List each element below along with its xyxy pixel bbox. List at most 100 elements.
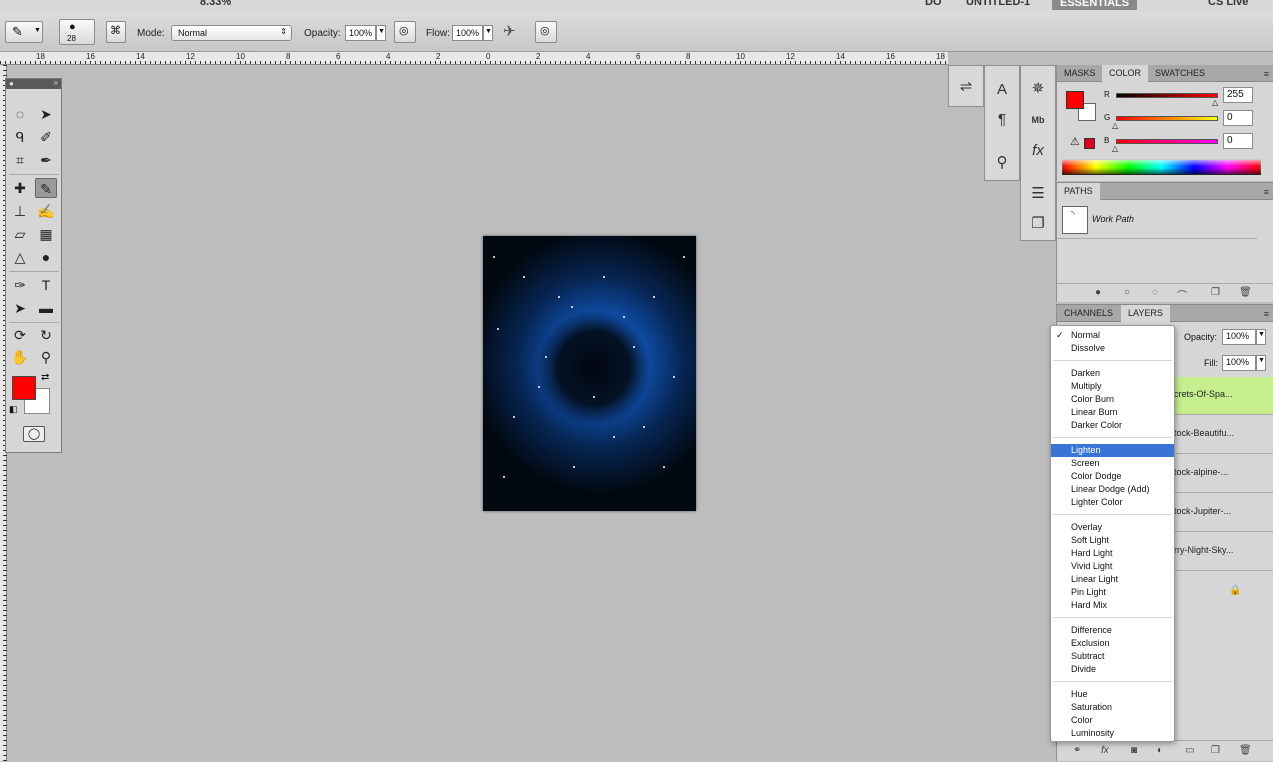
new-group-icon[interactable]: ▭ xyxy=(1185,745,1194,759)
gamut-warning-icon[interactable]: ⚠ xyxy=(1070,135,1080,148)
layer-opacity-input[interactable]: 100% xyxy=(1222,329,1256,345)
blend-mode-item[interactable]: Hard Mix xyxy=(1051,599,1174,612)
tool-preset-picker[interactable]: ✎ ▼ xyxy=(5,21,43,43)
foreground-color-fill[interactable] xyxy=(12,376,36,400)
zoom-level[interactable]: 8.33% xyxy=(200,0,231,8)
brush-size-picker[interactable]: ● 28 xyxy=(59,19,95,45)
blend-mode-item[interactable]: Exclusion xyxy=(1051,637,1174,650)
flow-dropdown[interactable]: ▼ xyxy=(483,25,493,41)
blend-mode-item[interactable]: Soft Light xyxy=(1051,534,1174,547)
tools-panel-header[interactable]: ● » xyxy=(6,78,61,89)
blend-mode-item[interactable]: Divide xyxy=(1051,663,1174,676)
eyedropper-tool-icon[interactable]: ✒ xyxy=(35,150,57,170)
lasso-tool-icon[interactable]: ᑫ xyxy=(9,127,31,147)
blend-mode-item[interactable]: Linear Dodge (Add) xyxy=(1051,483,1174,496)
g-input[interactable]: 0 xyxy=(1223,110,1253,126)
tab-layers[interactable]: LAYERS xyxy=(1121,305,1170,322)
tab-swatches[interactable]: SWATCHES xyxy=(1148,65,1212,82)
blend-mode-item[interactable]: Screen xyxy=(1051,457,1174,470)
eraser-tool-icon[interactable]: ▱ xyxy=(9,224,31,244)
shape-tool-icon[interactable]: ▬ xyxy=(35,298,57,318)
tab-color[interactable]: COLOR xyxy=(1102,65,1149,82)
trash-icon[interactable]: 🗑 xyxy=(1239,745,1252,759)
close-icon[interactable]: ● xyxy=(9,79,14,88)
layer-fill-dropdown[interactable]: ▼ xyxy=(1256,355,1266,371)
g-slider[interactable] xyxy=(1116,116,1218,121)
healing-brush-tool-icon[interactable]: ✚ xyxy=(9,178,31,198)
dodge-tool-icon[interactable]: ● xyxy=(35,247,57,267)
blend-mode-item[interactable]: Color Dodge xyxy=(1051,470,1174,483)
blend-mode-item[interactable]: Difference xyxy=(1051,624,1174,637)
layer-fill-input[interactable]: 100% xyxy=(1222,355,1256,371)
tab-channels[interactable]: CHANNELS xyxy=(1057,305,1120,322)
b-slider[interactable] xyxy=(1116,139,1218,144)
move-tool-icon[interactable]: ➤ xyxy=(35,104,57,124)
blend-mode-item[interactable]: Hard Light xyxy=(1051,547,1174,560)
flow-input[interactable]: 100% xyxy=(452,25,483,41)
blend-mode-item[interactable]: Subtract xyxy=(1051,650,1174,663)
stroke-path-icon[interactable]: ○ xyxy=(1124,287,1130,301)
gradient-tool-icon[interactable]: ▦ xyxy=(35,224,57,244)
new-path-icon[interactable]: ❐ xyxy=(1211,287,1220,301)
character-panel-icon[interactable]: A xyxy=(990,79,1014,101)
blend-mode-item[interactable]: Vivid Light xyxy=(1051,560,1174,573)
3d-rotate-tool-icon[interactable]: ⟳ xyxy=(9,325,31,345)
blend-mode-item[interactable]: Saturation xyxy=(1051,701,1174,714)
fill-path-icon[interactable]: ● xyxy=(1095,287,1101,301)
blend-mode-item[interactable]: Luminosity xyxy=(1051,727,1174,740)
gamut-color-swatch[interactable] xyxy=(1084,138,1095,149)
brush-panel-toggle[interactable]: ⌘ xyxy=(106,21,126,43)
layer-style-icon[interactable]: fx xyxy=(1101,745,1109,759)
link-layers-icon[interactable]: ⚭ xyxy=(1073,745,1081,759)
pen-tool-icon[interactable]: ✑ xyxy=(9,275,31,295)
panel-menu-icon[interactable]: ≡ xyxy=(1264,69,1269,79)
pressure-opacity-toggle[interactable]: ◎ xyxy=(394,21,416,43)
blend-mode-item[interactable]: Lighten xyxy=(1051,444,1174,457)
crop-tool-icon[interactable]: ⌗ xyxy=(9,150,31,170)
quick-mask-icon[interactable]: ◯ xyxy=(23,426,45,442)
mini-bridge-icon[interactable]: Mb xyxy=(1026,109,1050,131)
paragraph-panel-icon[interactable]: ¶ xyxy=(990,109,1014,131)
opacity-dropdown[interactable]: ▼ xyxy=(376,25,386,41)
marquee-tool-icon[interactable]: ◌ xyxy=(9,104,31,124)
workspace-button[interactable]: ESSENTIALS xyxy=(1052,0,1138,10)
brush-panel-icon[interactable]: ✵ xyxy=(1026,78,1050,100)
styles-panel-icon[interactable]: fx xyxy=(1026,140,1050,162)
panel-menu-icon[interactable]: ≡ xyxy=(1264,309,1269,319)
new-layer-icon[interactable]: ❐ xyxy=(1211,745,1220,759)
blend-mode-item[interactable]: Color Burn xyxy=(1051,393,1174,406)
adjustment-layer-icon[interactable]: ◐ xyxy=(1157,745,1163,759)
make-work-path-icon[interactable]: ⌒ xyxy=(1177,287,1187,302)
panel-menu-icon[interactable]: ≡ xyxy=(1264,187,1269,197)
blend-mode-item[interactable]: Overlay xyxy=(1051,521,1174,534)
blur-tool-icon[interactable]: △ xyxy=(9,247,31,267)
3d-orbit-tool-icon[interactable]: ↻ xyxy=(35,325,57,345)
path-row[interactable]: ◝ Work Path xyxy=(1057,201,1257,239)
trash-icon[interactable]: 🗑 xyxy=(1239,287,1252,301)
cs-live-button[interactable]: CS Live xyxy=(1208,0,1248,8)
path-selection-tool-icon[interactable]: ➤ xyxy=(9,298,31,318)
document-canvas[interactable] xyxy=(483,236,696,511)
tab-masks[interactable]: MASKS xyxy=(1057,65,1103,82)
blend-mode-item[interactable]: Lighter Color xyxy=(1051,496,1174,509)
clone-stamp-tool-icon[interactable]: ⊥ xyxy=(9,201,31,221)
blend-mode-item[interactable]: Pin Light xyxy=(1051,586,1174,599)
blend-mode-item[interactable]: Dissolve xyxy=(1051,342,1174,355)
default-colors-icon[interactable]: ◧ xyxy=(9,404,18,415)
mode-select[interactable]: Normal ⇕ xyxy=(171,25,292,41)
tab-paths[interactable]: PATHS xyxy=(1057,183,1100,200)
actions-panel-icon[interactable]: ❐ xyxy=(1026,213,1050,235)
history-panel-icon[interactable]: ☰ xyxy=(1026,183,1050,205)
clone-source-icon[interactable]: ⚲ xyxy=(990,152,1014,174)
load-selection-icon[interactable]: ◌ xyxy=(1152,287,1158,301)
slider-handle-icon[interactable]: △ xyxy=(1112,121,1118,130)
airbrush-icon[interactable]: ✈ xyxy=(503,22,516,40)
color-foreground-swatch[interactable] xyxy=(1066,91,1084,109)
type-tool-icon[interactable]: T xyxy=(35,275,57,295)
blend-mode-item[interactable]: Darker Color xyxy=(1051,419,1174,432)
mode-indicator[interactable]: DO xyxy=(925,0,942,8)
blend-mode-item[interactable]: Linear Burn xyxy=(1051,406,1174,419)
tool-presets-icon[interactable]: ⇌ xyxy=(954,76,978,98)
layer-mask-icon[interactable]: ◙ xyxy=(1131,745,1137,759)
layer-opacity-dropdown[interactable]: ▼ xyxy=(1256,329,1266,345)
